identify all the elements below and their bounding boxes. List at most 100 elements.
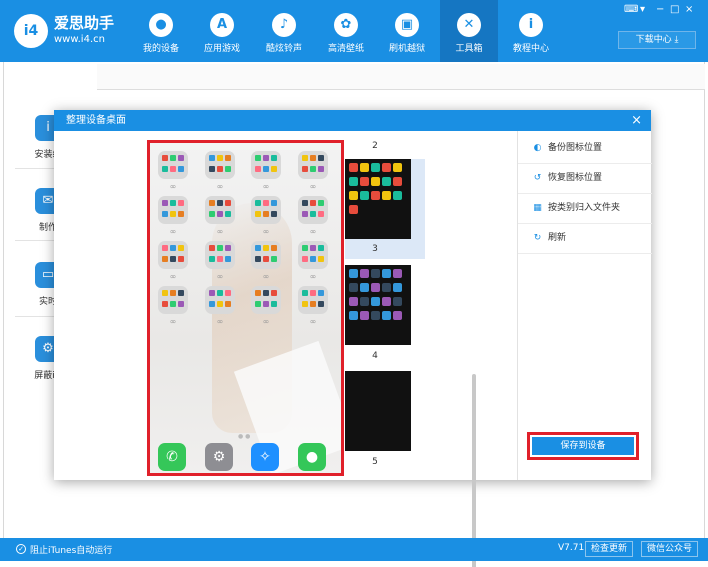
download-center-button[interactable]: 下载中心 ⤓ bbox=[618, 31, 696, 49]
app-folder-icon[interactable] bbox=[158, 241, 188, 269]
mini-app-icon bbox=[371, 163, 380, 172]
backup-icon-positions-button[interactable]: ◐ 备份图标位置 bbox=[532, 136, 602, 160]
mini-app-icon bbox=[393, 269, 402, 278]
apple-icon: ● bbox=[149, 13, 173, 37]
mini-app-icon bbox=[360, 283, 369, 292]
close-window-button[interactable]: × bbox=[685, 4, 693, 15]
info-icon: i bbox=[519, 13, 543, 37]
mini-app-icon bbox=[393, 297, 402, 306]
nav-label: 酷炫铃声 bbox=[265, 44, 302, 54]
box-icon: ▣ bbox=[395, 13, 419, 37]
app-folder-icon[interactable] bbox=[205, 286, 235, 314]
mini-app-icon bbox=[393, 283, 402, 292]
page-thumbnails: 2 3 4 5 bbox=[345, 139, 425, 479]
nav-label: 教程中心 bbox=[512, 44, 549, 54]
app-folder-icon[interactable] bbox=[251, 241, 281, 269]
app-folder-icon[interactable] bbox=[158, 286, 188, 314]
app-folder-icon[interactable] bbox=[251, 196, 281, 224]
chevron-down-icon[interactable]: ▾ bbox=[640, 4, 645, 15]
nav-apps-games[interactable]: A 应用游戏 bbox=[193, 0, 251, 62]
page-thumbnail-2[interactable] bbox=[345, 159, 411, 239]
tools-icon: ✕ bbox=[457, 13, 481, 37]
mini-app-icon bbox=[371, 283, 380, 292]
folder-link-icon: ∞ bbox=[169, 317, 177, 326]
mini-app-icon bbox=[371, 297, 380, 306]
mini-app-icon bbox=[360, 191, 369, 200]
mini-app-icon bbox=[371, 177, 380, 186]
settings-app-icon[interactable]: ⚙ bbox=[205, 443, 233, 471]
grid-icon: ▦ bbox=[533, 203, 542, 213]
restore-icon-positions-button[interactable]: ↺ 恢复图标位置 bbox=[532, 166, 602, 190]
nav-label: 应用游戏 bbox=[203, 44, 240, 54]
mini-app-icon bbox=[360, 311, 369, 320]
mini-app-icon bbox=[371, 311, 380, 320]
app-folder-icon[interactable] bbox=[298, 196, 328, 224]
mini-app-icon bbox=[360, 269, 369, 278]
status-bar: ✓ 阻止iTunes自动运行 V7.71 检查更新 微信公众号 bbox=[0, 538, 708, 561]
nav-tutorials[interactable]: i 教程中心 bbox=[502, 0, 560, 62]
save-to-device-button[interactable]: 保存到设备 bbox=[532, 437, 634, 455]
mini-app-icon bbox=[382, 269, 391, 278]
app-store-icon: A bbox=[210, 13, 234, 37]
mini-app-icon bbox=[371, 269, 380, 278]
page-number: 2 bbox=[372, 141, 378, 151]
mini-app-icon bbox=[349, 205, 358, 214]
page-indicator: ● ● bbox=[238, 433, 251, 440]
app-folder-icon[interactable] bbox=[298, 241, 328, 269]
mini-app-icon bbox=[371, 191, 380, 200]
app-folder-icon[interactable] bbox=[205, 241, 235, 269]
check-icon[interactable]: ✓ bbox=[16, 544, 26, 554]
nav-toolbox[interactable]: ✕ 工具箱 bbox=[440, 0, 498, 62]
actions-panel: ◐ 备份图标位置 ↺ 恢复图标位置 ▦ 按类别归入文件夹 ↻ 刷新 bbox=[517, 131, 652, 480]
mini-app-icon bbox=[393, 191, 402, 200]
app-folder-icon[interactable] bbox=[158, 151, 188, 179]
app-folder-icon[interactable] bbox=[298, 286, 328, 314]
group-into-folders-button[interactable]: ▦ 按类别归入文件夹 bbox=[532, 196, 620, 220]
page-thumbnail-4[interactable] bbox=[345, 371, 411, 451]
version-label: V7.71 bbox=[558, 543, 585, 553]
phone-app-icon[interactable]: ✆ bbox=[158, 443, 186, 471]
mini-app-icon bbox=[360, 297, 369, 306]
wechat-button[interactable]: 微信公众号 bbox=[641, 541, 699, 557]
mini-app-icon bbox=[382, 191, 391, 200]
nav-label: 刷机越狱 bbox=[388, 44, 425, 54]
folder-link-icon: ∞ bbox=[309, 182, 317, 191]
title-bar: i4 爱思助手 www.i4.cn ● 我的设备 A 应用游戏 ♪ 酷炫铃声 ✿… bbox=[0, 0, 708, 62]
app-folder-icon[interactable] bbox=[251, 151, 281, 179]
app-folder-icon[interactable] bbox=[205, 151, 235, 179]
app-folder-icon[interactable] bbox=[205, 196, 235, 224]
folder-link-icon: ∞ bbox=[216, 317, 224, 326]
refresh-button[interactable]: ↻ 刷新 bbox=[532, 226, 566, 250]
page-thumbnail-3[interactable] bbox=[345, 265, 411, 345]
phone-screen-preview[interactable]: ∞ ∞ ∞ ∞ ∞ ∞ ∞ ∞ ∞ ∞ ∞ ∞ ∞ ∞ ∞ ∞ ● ● ✆ ⚙ ✧ ● bbox=[147, 140, 344, 476]
maximize-button[interactable]: □ bbox=[670, 4, 679, 15]
mini-app-icon bbox=[382, 297, 391, 306]
page-number: 3 bbox=[372, 244, 378, 254]
itunes-block-toggle[interactable]: 阻止iTunes自动运行 bbox=[30, 543, 112, 556]
app-url: www.i4.cn bbox=[54, 34, 105, 45]
keyboard-icon[interactable]: ⌨ bbox=[624, 4, 638, 15]
app-folder-icon[interactable] bbox=[298, 151, 328, 179]
folder-link-icon: ∞ bbox=[216, 182, 224, 191]
mini-app-icon bbox=[382, 311, 391, 320]
dialog-close-button[interactable]: × bbox=[631, 110, 642, 131]
divider bbox=[518, 193, 652, 194]
check-update-button[interactable]: 检查更新 bbox=[585, 541, 634, 557]
nav-flash-jailbreak[interactable]: ▣ 刷机越狱 bbox=[378, 0, 436, 62]
page-number: 4 bbox=[372, 351, 378, 361]
mini-app-icon bbox=[360, 163, 369, 172]
divider bbox=[518, 163, 652, 164]
messages-app-icon[interactable]: ● bbox=[298, 443, 326, 471]
minimize-button[interactable]: − bbox=[656, 4, 664, 15]
app-folder-icon[interactable] bbox=[158, 196, 188, 224]
mini-app-icon bbox=[349, 269, 358, 278]
nav-wallpapers[interactable]: ✿ 高清壁纸 bbox=[317, 0, 375, 62]
nav-ringtones[interactable]: ♪ 酷炫铃声 bbox=[255, 0, 313, 62]
page-number: 5 bbox=[372, 457, 378, 467]
mini-app-icon bbox=[382, 283, 391, 292]
safari-app-icon[interactable]: ✧ bbox=[251, 443, 279, 471]
app-folder-icon[interactable] bbox=[251, 286, 281, 314]
mini-app-icon bbox=[393, 311, 402, 320]
mini-app-icon bbox=[393, 177, 402, 186]
nav-my-device[interactable]: ● 我的设备 bbox=[132, 0, 190, 62]
